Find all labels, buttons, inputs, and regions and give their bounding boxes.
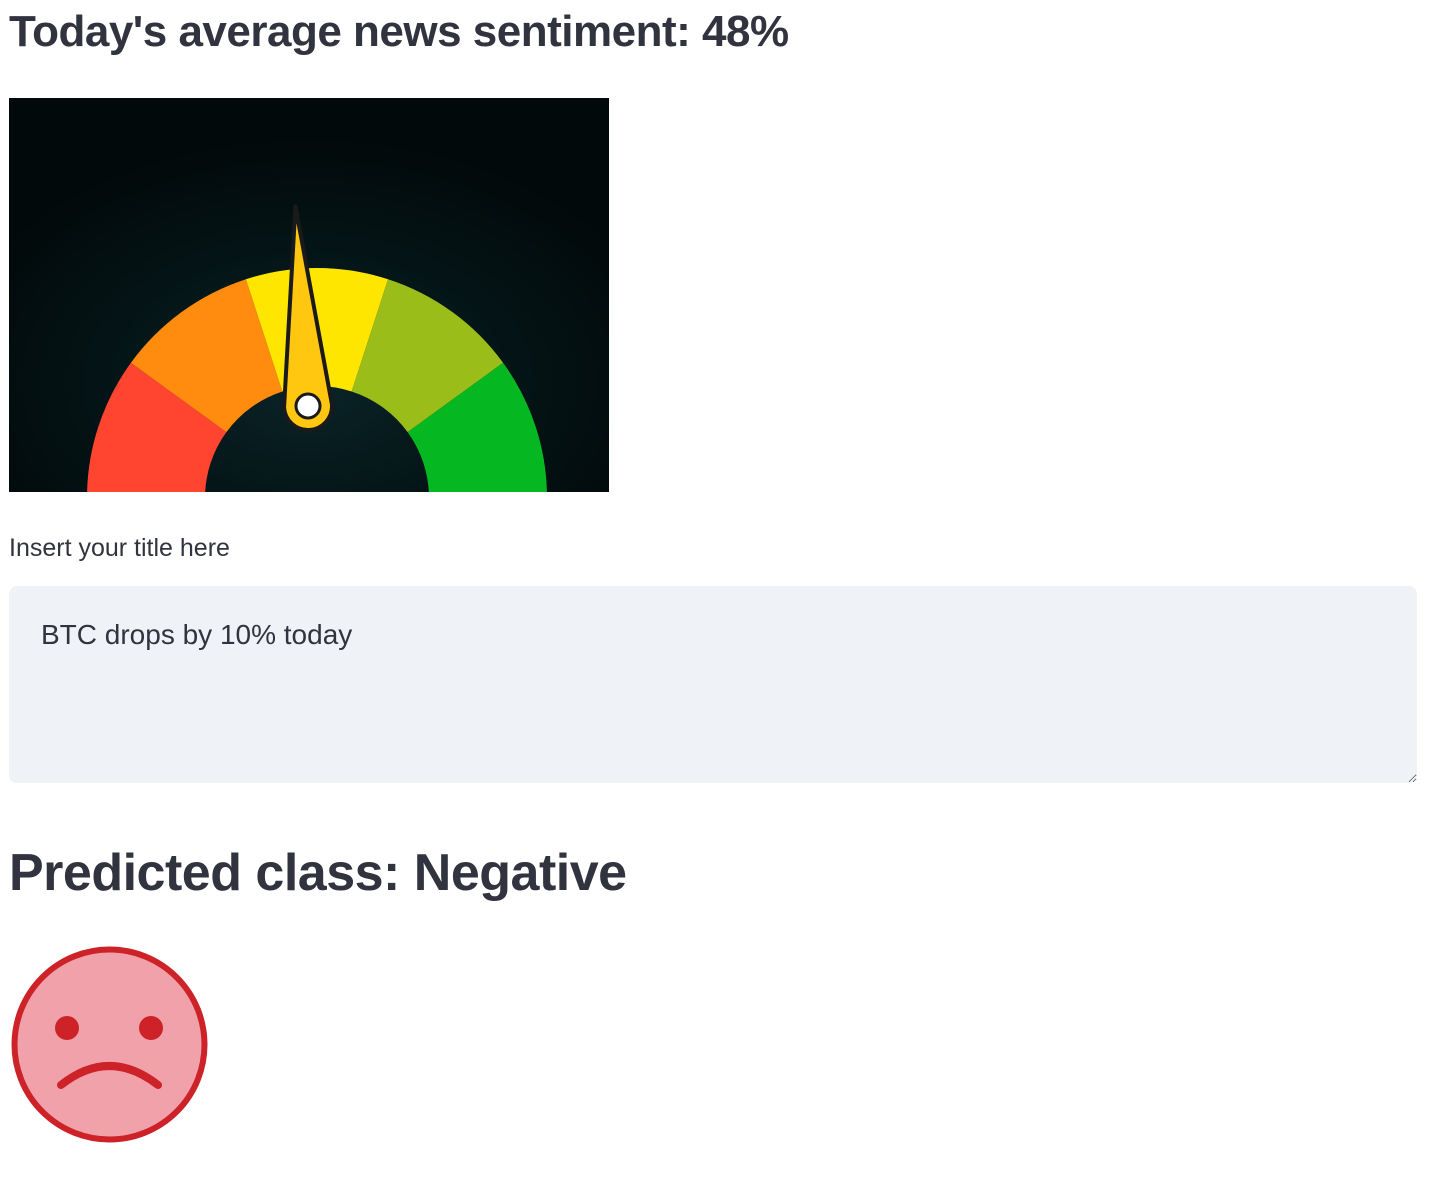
sad-face-icon xyxy=(11,946,208,1143)
face-outline xyxy=(11,946,208,1143)
title-input-label: Insert your title here xyxy=(9,534,230,562)
predicted-class-heading: Predicted class: Negative xyxy=(9,844,627,902)
app-page: Today's average news sentiment: 48% Inse… xyxy=(0,0,1430,1178)
sentiment-gauge-icon xyxy=(9,98,609,492)
sentiment-heading: Today's average news sentiment: 48% xyxy=(9,7,789,56)
gauge-needle-hub xyxy=(294,392,322,420)
left-eye xyxy=(55,1016,79,1040)
title-textarea[interactable]: BTC drops by 10% today xyxy=(9,586,1417,783)
right-eye xyxy=(139,1016,163,1040)
